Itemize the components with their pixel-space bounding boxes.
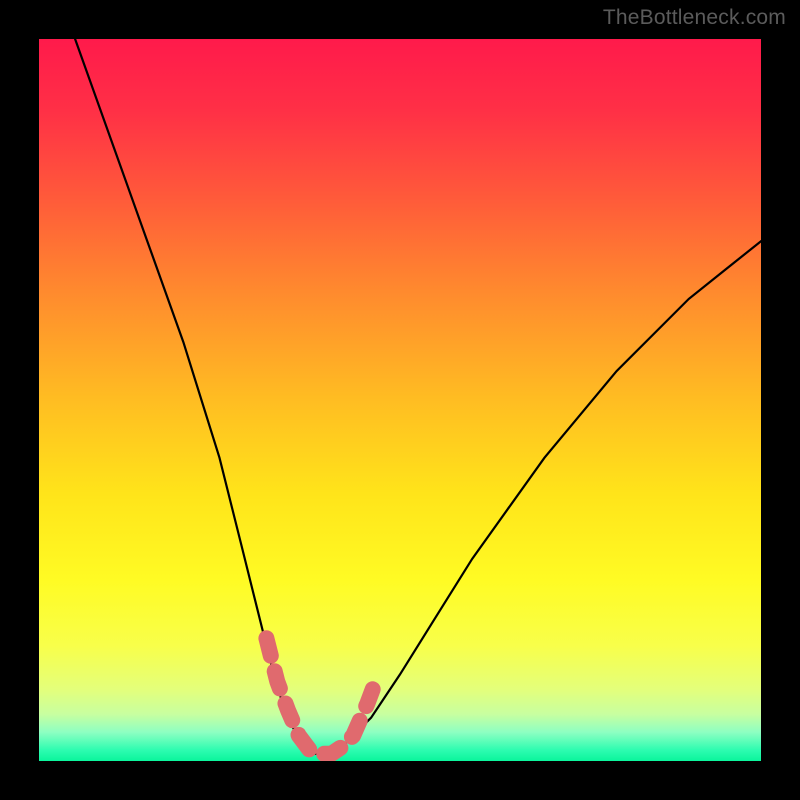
chart-frame: TheBottleneck.com (0, 0, 800, 800)
watermark-text: TheBottleneck.com (603, 6, 786, 30)
bottleneck-curve (75, 39, 761, 754)
curve-layer (39, 39, 761, 761)
plot-area (39, 39, 761, 761)
highlight-region (266, 638, 378, 754)
